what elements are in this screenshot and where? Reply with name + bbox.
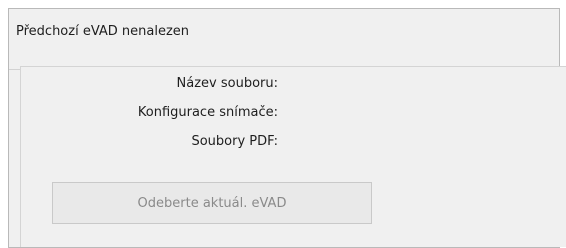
- panel-title: Předchozí eVAD nenalezen: [16, 24, 190, 39]
- file-name-label: Název souboru:: [176, 76, 278, 91]
- remove-current-evad-button[interactable]: Odeberte aktuál. eVAD: [52, 182, 372, 224]
- scanner-config-label: Konfigurace snímače:: [137, 105, 278, 120]
- pdf-files-label: Soubory PDF:: [191, 134, 278, 149]
